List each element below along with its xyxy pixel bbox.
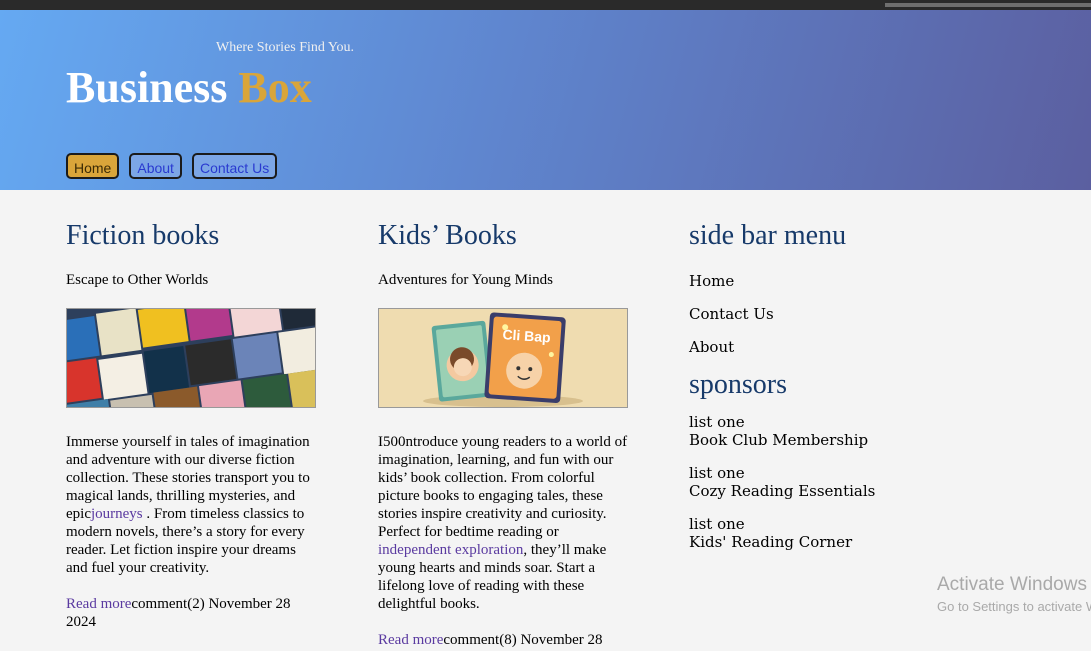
- kids-books-illustration: Cli Bap: [379, 309, 627, 407]
- sponsor-name: Cozy Reading Essentials: [689, 482, 876, 500]
- fiction-title: Fiction books: [66, 220, 220, 251]
- fiction-description: Immerse yourself in tales of imagination…: [66, 433, 318, 577]
- logo-word-box: Box: [238, 63, 312, 112]
- sidebar-menu: Home Contact Us About: [689, 272, 941, 356]
- site-header: Where Stories Find You. Business Box Hom…: [0, 10, 1091, 190]
- kids-title: Kids’ Books: [378, 220, 517, 251]
- kids-column: Kids’ Books Adventures for Young Minds C…: [378, 218, 630, 649]
- kids-description: I500ntroduce young readers to a world of…: [378, 433, 630, 613]
- kids-meta: Read morecomment(8) November 28: [378, 631, 630, 649]
- kids-books-image: Cli Bap: [378, 308, 628, 408]
- logo-word-business: Business: [66, 63, 228, 112]
- top-bar-highlight: [885, 3, 1091, 7]
- fiction-subtitle: Escape to Other Worlds: [66, 272, 209, 288]
- fiction-books-image: [66, 308, 316, 408]
- svg-text:Cli Bap: Cli Bap: [502, 326, 551, 345]
- window-top-bar: [0, 0, 1091, 10]
- journeys-link[interactable]: journeys: [91, 506, 143, 522]
- site-logo[interactable]: Business Box: [66, 62, 312, 113]
- sponsor-item: list one Book Club Membership: [689, 413, 941, 449]
- kids-comment-date: comment(8) November 28: [443, 632, 603, 648]
- sponsor-label: list one: [689, 464, 745, 482]
- sidebar-item-about[interactable]: About: [689, 338, 941, 356]
- watermark-subtitle: Go to Settings to activate Windows.: [937, 599, 1091, 614]
- watermark-title: Activate Windows: [937, 574, 1087, 595]
- sponsor-label: list one: [689, 515, 745, 533]
- sidebar: side bar menu Home Contact Us About spon…: [689, 218, 941, 551]
- sidebar-item-contact[interactable]: Contact Us: [689, 305, 941, 323]
- sponsors-title: sponsors: [689, 369, 788, 400]
- main-nav: Home About Contact Us: [66, 153, 278, 179]
- fiction-read-more-link[interactable]: Read more: [66, 596, 131, 612]
- nav-home-button[interactable]: Home: [66, 153, 120, 179]
- sponsor-name: Book Club Membership: [689, 431, 869, 449]
- nav-about-button[interactable]: About: [129, 153, 182, 179]
- kids-read-more-link[interactable]: Read more: [378, 632, 443, 648]
- sidebar-title: side bar menu: [689, 220, 847, 251]
- kids-text-a: I500ntroduce young readers to a world of…: [378, 434, 628, 540]
- sponsor-item: list one Cozy Reading Essentials: [689, 464, 941, 500]
- fiction-books-illustration: [67, 309, 315, 407]
- sidebar-item-home[interactable]: Home: [689, 272, 941, 290]
- fiction-meta: Read morecomment(2) November 28 2024: [66, 595, 318, 631]
- nav-contact-button[interactable]: Contact Us: [191, 153, 278, 179]
- sponsor-label: list one: [689, 413, 745, 431]
- activate-windows-watermark: Activate Windows Go to Settings to activ…: [937, 574, 1091, 614]
- site-tagline: Where Stories Find You.: [216, 40, 355, 55]
- sponsor-name: Kids' Reading Corner: [689, 533, 853, 551]
- sponsor-item: list one Kids' Reading Corner: [689, 515, 941, 551]
- independent-exploration-link[interactable]: independent exploration: [378, 542, 523, 558]
- kids-subtitle: Adventures for Young Minds: [378, 272, 554, 288]
- fiction-column: Fiction books Escape to Other Worlds Imm…: [66, 218, 318, 631]
